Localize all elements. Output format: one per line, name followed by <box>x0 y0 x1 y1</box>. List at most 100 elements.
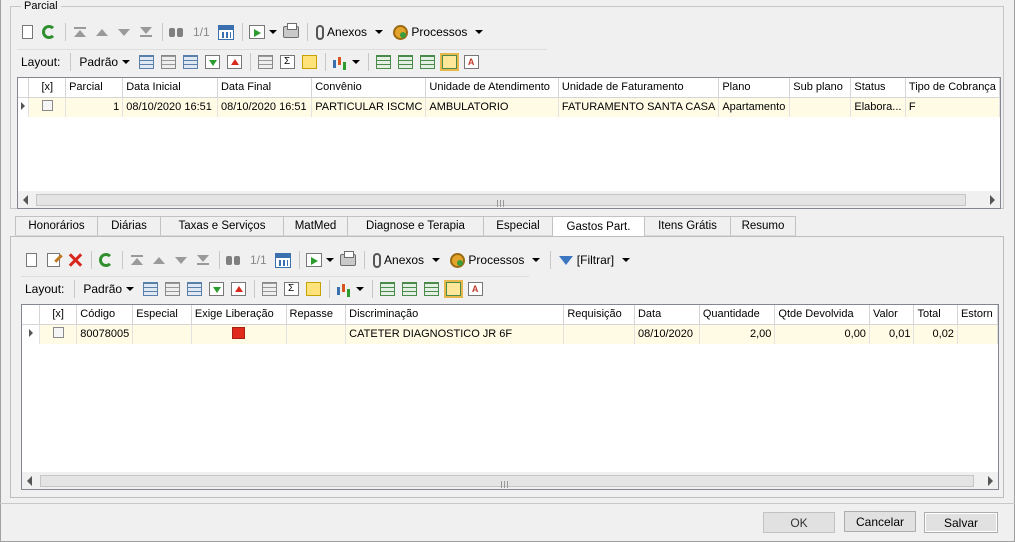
row-checkbox[interactable] <box>52 327 64 339</box>
scroll-right-icon[interactable] <box>988 476 993 486</box>
search-button[interactable] <box>224 249 244 271</box>
column-header[interactable]: [x] <box>39 305 78 325</box>
column-header[interactable]: Qtde Devolvida <box>774 305 870 325</box>
format-button[interactable]: A <box>461 51 481 73</box>
tab-gastos-part[interactable]: Gastos Part. <box>552 216 645 237</box>
previous-record-button[interactable] <box>92 21 112 43</box>
cell-quantidade[interactable]: 2,00 <box>699 324 776 344</box>
group-button[interactable] <box>259 278 279 300</box>
scrollbar-thumb[interactable] <box>36 194 966 207</box>
row-indicator[interactable] <box>18 97 30 117</box>
tab-honorarios[interactable]: Honorários <box>15 216 98 236</box>
next-record-button[interactable] <box>171 249 191 271</box>
last-record-button[interactable] <box>136 21 156 43</box>
view-grid-active[interactable] <box>439 51 459 73</box>
next-record-button[interactable] <box>114 21 134 43</box>
new-button[interactable] <box>21 249 41 271</box>
layout-columns-button[interactable] <box>180 51 200 73</box>
layout-save-button[interactable] <box>140 278 160 300</box>
column-header[interactable]: Sub plano <box>789 78 852 98</box>
format-button[interactable]: A <box>465 278 485 300</box>
search-button[interactable] <box>167 21 187 43</box>
column-header[interactable]: Data Final <box>217 78 313 98</box>
notes-button[interactable] <box>299 51 319 73</box>
calendar-button[interactable] <box>273 249 293 271</box>
row-indicator[interactable] <box>22 324 40 344</box>
view-grid-green-3[interactable] <box>421 278 441 300</box>
scrollbar-thumb[interactable] <box>40 475 974 488</box>
column-header[interactable]: Tipo de Cobrança <box>905 78 1000 98</box>
previous-record-button[interactable] <box>149 249 169 271</box>
scroll-left-icon[interactable] <box>27 476 32 486</box>
cell-unidade-atendimento[interactable]: AMBULATORIO <box>425 97 559 117</box>
cell-convenio[interactable]: PARTICULAR ISCMC <box>311 97 427 117</box>
cell-repasse[interactable] <box>286 324 347 344</box>
view-grid-green-1[interactable] <box>373 51 393 73</box>
chart-button[interactable] <box>334 278 366 300</box>
column-header[interactable]: Requisição <box>563 305 635 325</box>
delete-button[interactable] <box>65 249 85 271</box>
cell-data-final[interactable]: 08/10/2020 16:51 <box>217 97 313 117</box>
sum-button[interactable]: Σ <box>281 278 301 300</box>
anexos-button[interactable]: Anexos <box>312 21 387 43</box>
processos-button[interactable]: Processos <box>389 21 487 43</box>
cell-estorno[interactable] <box>957 324 998 344</box>
table-row[interactable]: 1 08/10/2020 16:51 08/10/2020 16:51 PART… <box>18 97 1000 117</box>
view-grid-green-3[interactable] <box>417 51 437 73</box>
layout-import-button[interactable] <box>206 278 226 300</box>
table-row[interactable]: 80078005 CATETER DIAGNOSTICO JR 6F 08/10… <box>22 324 998 344</box>
cell-valor[interactable]: 0,01 <box>869 324 915 344</box>
calendar-button[interactable] <box>216 21 236 43</box>
chart-button[interactable] <box>330 51 362 73</box>
print-button[interactable] <box>281 21 301 43</box>
view-grid-green-2[interactable] <box>395 51 415 73</box>
column-header[interactable]: Convênio <box>311 78 427 98</box>
filtrar-button[interactable]: [Filtrar] <box>555 249 634 271</box>
cell-data[interactable]: 08/10/2020 <box>634 324 700 344</box>
parcial-horizontal-scrollbar[interactable] <box>18 191 1000 208</box>
anexos-button[interactable]: Anexos <box>369 249 444 271</box>
cancel-button[interactable]: Cancelar <box>844 511 916 532</box>
cell-plano[interactable]: Apartamento <box>718 97 791 117</box>
layout-delete-button[interactable] <box>162 278 182 300</box>
export-button[interactable] <box>304 249 336 271</box>
layout-export-button[interactable] <box>224 51 244 73</box>
cell-data-inicial[interactable]: 08/10/2020 16:51 <box>122 97 218 117</box>
tab-resumo[interactable]: Resumo <box>730 216 796 236</box>
cell-especial[interactable] <box>132 324 192 344</box>
row-checkbox-cell[interactable] <box>28 97 67 117</box>
cell-discriminacao[interactable]: CATETER DIAGNOSTICO JR 6F <box>345 324 565 344</box>
column-header[interactable]: Data Inicial <box>122 78 218 98</box>
column-header[interactable]: Repasse <box>286 305 347 325</box>
refresh-button[interactable] <box>39 21 59 43</box>
edit-button[interactable] <box>43 249 63 271</box>
column-header[interactable]: Unidade de Atendimento <box>425 78 559 98</box>
column-header[interactable]: [x] <box>28 78 67 98</box>
export-button[interactable] <box>247 21 279 43</box>
cell-unidade-faturamento[interactable]: FATURAMENTO SANTA CASA <box>558 97 720 117</box>
column-header[interactable]: Data <box>634 305 700 325</box>
last-record-button[interactable] <box>193 249 213 271</box>
row-checkbox-cell[interactable] <box>39 324 78 344</box>
tab-diagnose-terapia[interactable]: Diagnose e Terapia <box>347 216 484 236</box>
group-button[interactable] <box>255 51 275 73</box>
column-header[interactable]: Plano <box>718 78 791 98</box>
cell-qtde-devolvida[interactable]: 0,00 <box>774 324 870 344</box>
cell-requisicao[interactable] <box>563 324 635 344</box>
layout-import-button[interactable] <box>202 51 222 73</box>
column-header[interactable]: Exige Liberação <box>191 305 287 325</box>
first-record-button[interactable] <box>127 249 147 271</box>
tab-diarias[interactable]: Diárias <box>97 216 161 236</box>
refresh-button[interactable] <box>96 249 116 271</box>
column-header[interactable]: Código <box>76 305 134 325</box>
save-button[interactable]: Salvar <box>924 512 998 533</box>
sum-button[interactable]: Σ <box>277 51 297 73</box>
column-header[interactable]: Total <box>913 305 958 325</box>
cell-parcial[interactable]: 1 <box>65 97 124 117</box>
first-record-button[interactable] <box>70 21 90 43</box>
cell-status[interactable]: Elabora... <box>850 97 906 117</box>
tab-especial[interactable]: Especial <box>483 216 553 236</box>
layout-delete-button[interactable] <box>158 51 178 73</box>
layout-export-button[interactable] <box>228 278 248 300</box>
row-checkbox[interactable] <box>41 100 53 112</box>
